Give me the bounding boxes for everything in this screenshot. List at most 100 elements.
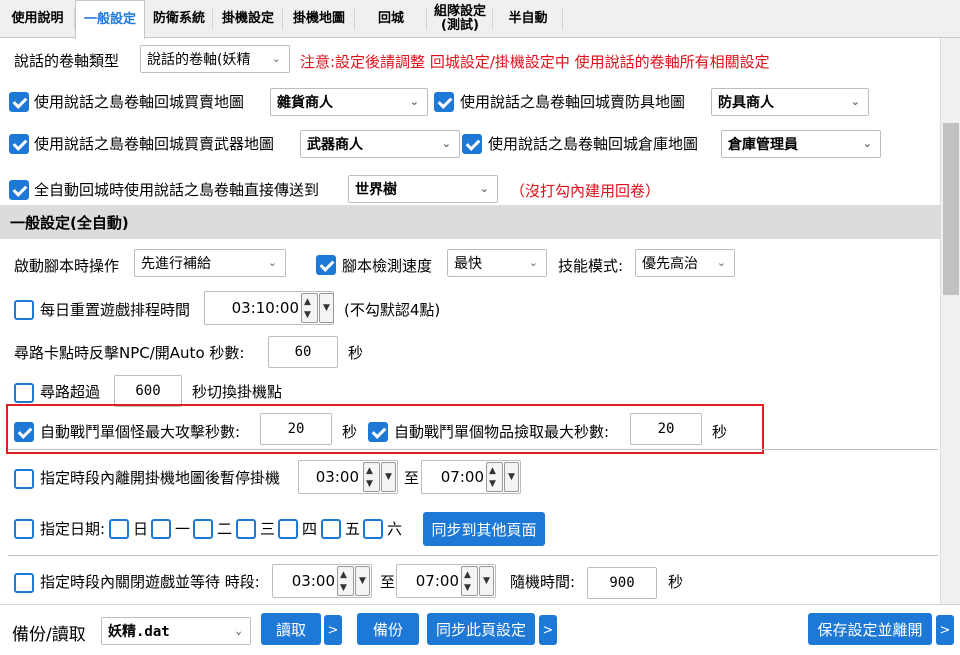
- item-pickup-unit: 秒: [712, 423, 728, 441]
- chevron-down-icon[interactable]: ▼: [319, 293, 334, 323]
- close-to-time-picker[interactable]: 07:00 ▲ ▼ ▼: [396, 564, 496, 598]
- pause-period-checkbox[interactable]: [14, 469, 34, 489]
- item-pickup-input[interactable]: 20: [630, 413, 702, 445]
- chevron-down-icon[interactable]: ▼: [355, 566, 370, 596]
- teleport-checkbox[interactable]: [9, 180, 29, 200]
- pathfind-over-checkbox[interactable]: [14, 383, 34, 403]
- spin-updown-icon[interactable]: ▲ ▼: [461, 566, 478, 596]
- return-shop-checkbox[interactable]: [9, 92, 29, 112]
- tab-defense[interactable]: 防衛系統: [145, 0, 213, 38]
- weekday-fri-checkbox[interactable]: [321, 519, 341, 539]
- bottom-toolbar: 備份/讀取 妖精.dat ⌄ 讀取 > 備份 同步此頁設定 > 保存設定並離開 …: [0, 604, 960, 655]
- tab-help[interactable]: 使用說明: [0, 0, 75, 38]
- weekday-fri-label: 五: [345, 520, 361, 538]
- return-shop-value: 雜貨商人: [277, 95, 333, 111]
- daily-reset-time-picker[interactable]: 03:10:00 ▲ ▼ ▼: [204, 291, 334, 325]
- settings-panel: 說話的卷軸類型 說話的卷軸(妖精 ⌄ 注意:設定後請調整 回城設定/掛機設定中 …: [0, 38, 940, 604]
- close-from-time: 03:00: [291, 572, 335, 590]
- close-to-label: 至: [380, 573, 396, 591]
- return-weapon-checkbox[interactable]: [9, 134, 29, 154]
- pause-to-time-picker[interactable]: 07:00 ▲ ▼ ▼: [421, 460, 521, 494]
- tab-afk-settings[interactable]: 掛機設定: [213, 0, 283, 38]
- return-storage-checkbox[interactable]: [462, 134, 482, 154]
- return-armor-select[interactable]: 防具商人 ⌄: [711, 88, 869, 116]
- teleport-select[interactable]: 世界樹 ⌄: [348, 175, 498, 203]
- tab-afk-map[interactable]: 掛機地圖: [283, 0, 355, 38]
- speed-select[interactable]: 最快 ⌄: [447, 249, 547, 277]
- return-armor-checkbox[interactable]: [434, 92, 454, 112]
- spin-updown-icon[interactable]: ▲ ▼: [486, 462, 503, 492]
- random-time-label: 隨機時間:: [510, 573, 576, 591]
- tab-party[interactable]: 組隊設定 (測試): [427, 0, 493, 38]
- weekday-tue-label: 二: [217, 520, 233, 538]
- teleport-value: 世界樹: [355, 182, 397, 198]
- weekday-thu-label: 四: [302, 520, 318, 538]
- monster-attack-checkbox[interactable]: [14, 422, 34, 442]
- vertical-scrollbar[interactable]: [940, 38, 960, 604]
- chevron-down-icon: ⌄: [850, 95, 860, 108]
- scroll-type-note: 注意:設定後請調整 回城設定/掛機設定中 使用說話的卷軸所有相關設定: [300, 53, 770, 71]
- pause-from-time: 03:00: [315, 468, 359, 486]
- return-storage-value: 倉庫管理員: [728, 137, 798, 153]
- daily-reset-checkbox[interactable]: [14, 300, 34, 320]
- weekday-wed-checkbox[interactable]: [236, 519, 256, 539]
- pathfind-stuck-label: 尋路卡點時反擊NPC/開Auto 秒數:: [14, 344, 245, 362]
- return-storage-label: 使用說話之島卷軸回城倉庫地圖: [488, 135, 699, 153]
- skill-select[interactable]: 優先高治 ⌄: [635, 249, 735, 277]
- weekday-sun-label: 日: [133, 520, 149, 538]
- skill-label: 技能模式:: [558, 257, 624, 275]
- close-from-time-picker[interactable]: 03:00 ▲ ▼ ▼: [272, 564, 372, 598]
- spin-updown-icon[interactable]: ▲ ▼: [337, 566, 354, 596]
- speed-checkbox[interactable]: [316, 255, 336, 275]
- chevron-down-icon: ⌄: [479, 182, 489, 195]
- scroll-type-select[interactable]: 說話的卷軸(妖精 ⌄: [140, 45, 290, 73]
- monster-attack-input[interactable]: 20: [260, 413, 332, 445]
- weekday-enable-checkbox[interactable]: [14, 519, 34, 539]
- pause-from-time-picker[interactable]: 03:00 ▲ ▼ ▼: [298, 460, 398, 494]
- pathfind-stuck-input[interactable]: 60: [268, 336, 338, 368]
- weekday-sun-checkbox[interactable]: [109, 519, 129, 539]
- weekday-mon-checkbox[interactable]: [151, 519, 171, 539]
- daily-reset-label: 每日重置遊戲排程時間: [40, 301, 191, 319]
- pathfind-over-suffix: 秒切換掛機點: [192, 383, 283, 401]
- tab-semi-auto[interactable]: 半自動: [493, 0, 563, 38]
- save-and-exit-button[interactable]: 保存設定並離開: [808, 613, 932, 645]
- spin-updown-icon[interactable]: ▲ ▼: [301, 293, 318, 323]
- return-shop-select[interactable]: 雜貨商人 ⌄: [270, 88, 428, 116]
- startup-select[interactable]: 先進行補給 ⌄: [134, 249, 286, 277]
- weekday-thu-checkbox[interactable]: [278, 519, 298, 539]
- read-button[interactable]: 讀取: [261, 613, 321, 645]
- close-period-checkbox[interactable]: [14, 573, 34, 593]
- return-weapon-select[interactable]: 武器商人 ⌄: [300, 130, 460, 158]
- pathfind-over-input[interactable]: 600: [114, 375, 182, 407]
- close-period-label: 指定時段內關閉遊戲並等待 時段:: [40, 573, 260, 591]
- close-to-time: 07:00: [415, 572, 459, 590]
- chevron-down-icon[interactable]: ▼: [479, 566, 494, 596]
- chevron-down-icon[interactable]: ▼: [381, 462, 396, 492]
- chevron-down-icon[interactable]: ▼: [504, 462, 519, 492]
- return-storage-select[interactable]: 倉庫管理員 ⌄: [721, 130, 881, 158]
- sync-more-button[interactable]: >: [539, 615, 557, 645]
- spin-updown-icon[interactable]: ▲ ▼: [363, 462, 380, 492]
- item-pickup-checkbox[interactable]: [368, 422, 388, 442]
- sync-other-pages-button[interactable]: 同步到其他頁面: [423, 512, 545, 546]
- weekday-wed-label: 三: [260, 520, 276, 538]
- chevron-down-icon: ⌄: [267, 256, 277, 269]
- scrollbar-thumb[interactable]: [943, 123, 959, 295]
- weekday-sat-checkbox[interactable]: [363, 519, 383, 539]
- tab-general[interactable]: 一般設定: [75, 0, 145, 39]
- scroll-type-value: 說話的卷軸(妖精: [147, 52, 251, 68]
- sync-page-settings-button[interactable]: 同步此頁設定: [427, 613, 535, 645]
- weekday-tue-checkbox[interactable]: [193, 519, 213, 539]
- save-more-button[interactable]: >: [936, 615, 954, 645]
- tab-return[interactable]: 回城: [355, 0, 427, 38]
- tab-bar: 使用說明 一般設定 防衛系統 掛機設定 掛機地圖 回城 組隊設定 (測試) 半自…: [0, 0, 960, 39]
- backup-button[interactable]: 備份: [357, 613, 419, 645]
- backup-file-select[interactable]: 妖精.dat ⌄: [101, 617, 251, 645]
- scroll-type-label: 說話的卷軸類型: [14, 52, 120, 70]
- chevron-down-icon: ⌄: [862, 137, 872, 150]
- random-time-input[interactable]: 900: [587, 567, 657, 599]
- item-pickup-value: 20: [657, 421, 675, 437]
- pathfind-stuck-value: 60: [294, 344, 312, 360]
- read-more-button[interactable]: >: [324, 615, 342, 645]
